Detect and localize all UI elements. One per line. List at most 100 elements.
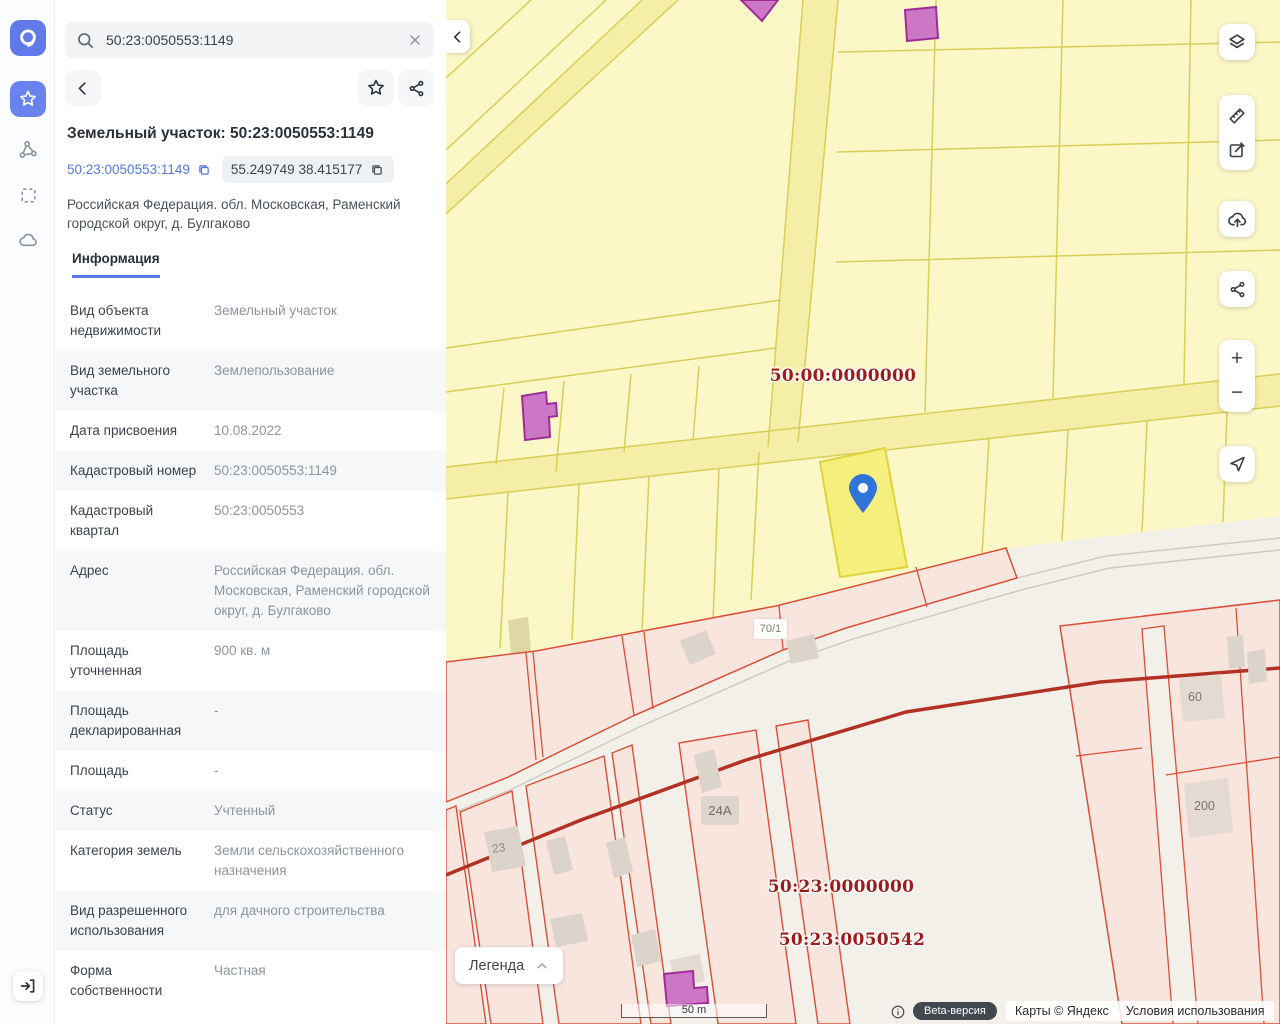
table-row: Кадастровый номер 50:23:0050553:1149: [56, 451, 446, 491]
locate-me-button[interactable]: [1219, 446, 1255, 482]
copy-icon[interactable]: [369, 162, 385, 178]
polygon-tool-button[interactable]: [10, 132, 46, 168]
map-canvas: [446, 0, 1280, 1024]
coordinates-value: 55.249749 38.415177: [231, 162, 362, 177]
chips-row: 50:23:0050553:1149 55.249749 38.415177: [67, 156, 434, 183]
collapse-panel-button[interactable]: [446, 20, 470, 53]
zoom-controls: + −: [1219, 340, 1255, 412]
row-value: 900 кв. м: [202, 641, 270, 681]
terms-of-use-link[interactable]: Условия использования: [1126, 1004, 1265, 1018]
legend-label: Легенда: [469, 958, 524, 974]
row-label: Вид разрешенного использования: [70, 901, 202, 941]
row-value: Учтенный: [202, 801, 275, 821]
table-row: Категория земель Земли сельскохозяйствен…: [56, 831, 446, 891]
info-table: Вид объекта недвижимости Земельный участ…: [56, 291, 446, 1011]
tabs: Информация: [72, 250, 446, 278]
row-value: 50:23:0050553:1149: [202, 461, 337, 481]
draw-edit-button[interactable]: [1219, 133, 1255, 167]
polygon-icon: [17, 139, 39, 161]
cloud-upload-icon: [1227, 209, 1248, 230]
row-label: Статус: [70, 801, 202, 821]
app-rail: [0, 0, 55, 1024]
row-value: 10.08.2022: [202, 421, 282, 441]
cadastral-number-chip[interactable]: 50:23:0050553:1149: [67, 162, 212, 178]
app-logo-icon[interactable]: [10, 20, 46, 56]
table-row: Площадь уточненная 900 кв. м: [56, 631, 446, 691]
share-button[interactable]: [398, 70, 434, 106]
row-value: -: [202, 761, 219, 781]
row-label: Площадь: [70, 761, 202, 781]
row-value: Земли сельскохозяйственного назначения: [202, 841, 434, 881]
page-title: Земельный участок: 50:23:0050553:1149: [67, 125, 434, 143]
cadastral-quarter-label: 50:00:0000000: [753, 366, 933, 386]
map-attribution: Карты © Яндекс Условия использования: [1006, 1001, 1274, 1021]
search-bar[interactable]: [65, 22, 434, 58]
table-row: Вид разрешенного использования для дачно…: [56, 891, 446, 951]
search-icon: [76, 31, 95, 50]
row-label: Форма собственности: [70, 961, 202, 1001]
coordinates-chip[interactable]: 55.249749 38.415177: [222, 156, 394, 183]
table-row: Дата присвоения 10.08.2022: [56, 411, 446, 451]
table-row: Вид земельного участка Землепользование: [56, 351, 446, 411]
row-label: Кадастровый квартал: [70, 501, 202, 541]
cloud-icon: [17, 229, 39, 251]
star-icon: [366, 78, 386, 98]
row-label: Кадастровый номер: [70, 461, 202, 481]
beta-badge: Beta-версия: [913, 1002, 997, 1020]
map-viewport[interactable]: 50:00:0000000 50:23:0000000 50:23:005054…: [446, 0, 1280, 1024]
back-chevron-icon: [74, 79, 92, 97]
measure-button[interactable]: [1219, 99, 1255, 133]
layers-button[interactable]: [1219, 24, 1255, 60]
chevron-up-icon: [535, 959, 549, 973]
house-number-label: 23: [491, 840, 506, 856]
table-row: Кадастровый квартал 50:23:0050553: [56, 491, 446, 551]
share-icon: [1228, 280, 1247, 299]
cadastral-number-link[interactable]: 50:23:0050553:1149: [67, 162, 190, 177]
table-row: Площадь декларированная -: [56, 691, 446, 751]
legend-button[interactable]: Легенда: [455, 947, 563, 984]
house-number-label: 60: [1188, 690, 1202, 704]
zoom-in-button[interactable]: +: [1219, 342, 1255, 376]
object-address: Российская Федерация. обл. Московская, Р…: [67, 195, 419, 233]
row-value: Частная: [202, 961, 266, 1001]
row-value: Земельный участок: [202, 301, 337, 341]
tab-information[interactable]: Информация: [72, 251, 160, 278]
row-value: 50:23:0050553: [202, 501, 304, 541]
table-row: Статус Учтенный: [56, 791, 446, 831]
cloud-button[interactable]: [10, 222, 46, 258]
cadastral-quarter-label: 50:23:0050542: [762, 930, 942, 950]
clear-search-icon[interactable]: [407, 32, 423, 48]
search-input[interactable]: [104, 31, 407, 49]
table-row: Вид объекта недвижимости Земельный участ…: [56, 291, 446, 351]
row-label: Вид земельного участка: [70, 361, 202, 401]
area-select-button[interactable]: [10, 177, 46, 213]
house-number-label: 70/1: [754, 619, 787, 639]
row-value: Землепользование: [202, 361, 334, 401]
table-row: Площадь -: [56, 751, 446, 791]
table-row: Форма собственности Частная: [56, 951, 446, 1011]
tools-group: [1219, 95, 1255, 170]
cadastral-quarter-label: 50:23:0000000: [751, 877, 931, 897]
table-row: Адрес Российская Федерация. обл. Московс…: [56, 551, 446, 631]
navigation-arrow-icon: [1227, 454, 1247, 474]
house-number-label: 24A: [701, 796, 739, 825]
exit-icon: [18, 976, 38, 996]
info-button[interactable]: [890, 1004, 906, 1020]
scale-bar: 50 m: [621, 1004, 767, 1018]
row-value: для дачного строительства: [202, 901, 385, 941]
row-label: Площадь декларированная: [70, 701, 202, 741]
row-value: Российская Федерация. обл. Московская, Р…: [202, 561, 434, 621]
copy-icon[interactable]: [196, 162, 212, 178]
row-label: Дата присвоения: [70, 421, 202, 441]
favorite-button[interactable]: [358, 70, 394, 106]
share-map-button[interactable]: [1219, 271, 1255, 307]
zoom-out-button[interactable]: −: [1219, 376, 1255, 410]
login-exit-button[interactable]: [13, 971, 43, 1001]
row-label: Категория земель: [70, 841, 202, 881]
row-label: Адрес: [70, 561, 202, 621]
share-icon: [407, 79, 426, 98]
back-button[interactable]: [65, 70, 101, 106]
favorites-star-button[interactable]: [10, 81, 46, 117]
upload-button[interactable]: [1219, 201, 1255, 237]
panel-toolbar: [65, 70, 434, 106]
